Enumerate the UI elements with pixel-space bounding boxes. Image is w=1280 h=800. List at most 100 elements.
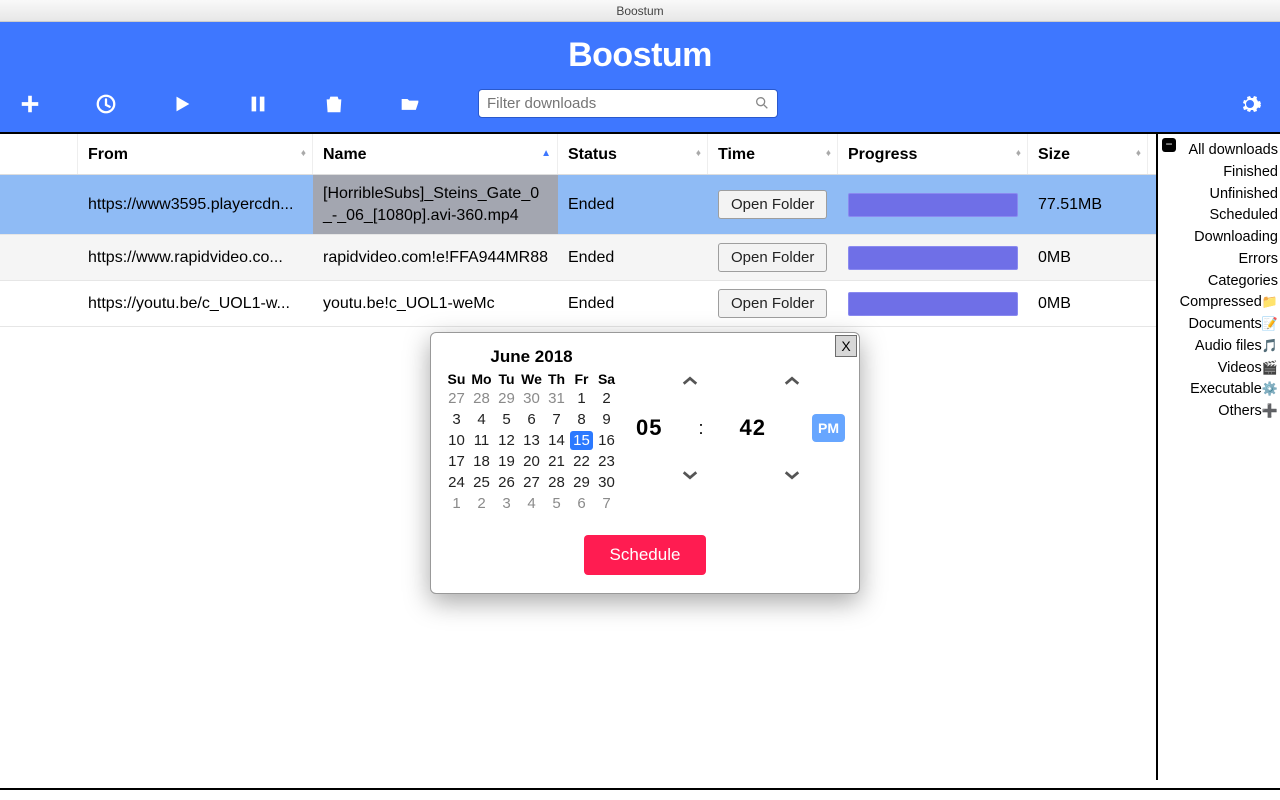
search-field[interactable] bbox=[478, 89, 778, 118]
trash-icon[interactable] bbox=[322, 92, 346, 116]
sidebar-item[interactable]: Finished bbox=[1158, 162, 1280, 184]
sidebar-item[interactable]: All downloads bbox=[1158, 140, 1280, 162]
calendar-day[interactable]: 22 bbox=[570, 452, 593, 471]
col-size[interactable]: Size♦ bbox=[1028, 134, 1148, 174]
calendar-day[interactable]: 13 bbox=[520, 431, 543, 450]
calendar-day[interactable]: 21 bbox=[545, 452, 568, 471]
open-folder-button[interactable]: Open Folder bbox=[718, 243, 827, 272]
calendar-day[interactable]: 10 bbox=[445, 431, 468, 450]
table-row[interactable]: https://youtu.be/c_UOL1-w...youtu.be!c_U… bbox=[0, 281, 1156, 327]
open-folder-button[interactable]: Open Folder bbox=[718, 190, 827, 219]
sidebar-item[interactable]: Errors bbox=[1158, 249, 1280, 271]
calendar-day[interactable]: 30 bbox=[520, 389, 543, 408]
calendar-day[interactable]: 4 bbox=[520, 494, 543, 513]
sidebar-item[interactable]: Documents📝 bbox=[1158, 314, 1280, 336]
weekday-label: We bbox=[520, 371, 543, 387]
calendar-day[interactable]: 6 bbox=[520, 410, 543, 429]
calendar-day[interactable]: 11 bbox=[470, 431, 493, 450]
ampm-toggle[interactable]: PM bbox=[812, 414, 845, 442]
sidebar-item[interactable]: Unfinished bbox=[1158, 184, 1280, 206]
calendar-day[interactable]: 5 bbox=[545, 494, 568, 513]
calendar-day[interactable]: 9 bbox=[595, 410, 618, 429]
calendar-day[interactable]: 2 bbox=[470, 494, 493, 513]
gear-icon[interactable] bbox=[1238, 92, 1262, 116]
calendar-day[interactable]: 25 bbox=[470, 473, 493, 492]
sidebar-item[interactable]: Compressed📁 bbox=[1158, 292, 1280, 314]
calendar-day[interactable]: 7 bbox=[595, 494, 618, 513]
sidebar-item[interactable]: Categories bbox=[1158, 271, 1280, 293]
schedule-button[interactable]: Schedule bbox=[584, 535, 707, 575]
sidebar-item[interactable]: Scheduled bbox=[1158, 205, 1280, 227]
cell-from: https://youtu.be/c_UOL1-w... bbox=[78, 287, 313, 321]
calendar-day[interactable]: 31 bbox=[545, 389, 568, 408]
col-time[interactable]: Time♦ bbox=[708, 134, 838, 174]
sidebar-item[interactable]: Downloading bbox=[1158, 227, 1280, 249]
table-row[interactable]: https://www.rapidvideo.co...rapidvideo.c… bbox=[0, 235, 1156, 281]
calendar-day[interactable]: 12 bbox=[495, 431, 518, 450]
calendar-day[interactable]: 7 bbox=[545, 410, 568, 429]
progress-bar bbox=[848, 292, 1018, 316]
col-from[interactable]: From♦ bbox=[78, 134, 313, 174]
calendar-day[interactable]: 1 bbox=[445, 494, 468, 513]
calendar-day[interactable]: 5 bbox=[495, 410, 518, 429]
calendar-day[interactable]: 17 bbox=[445, 452, 468, 471]
calendar-day[interactable]: 26 bbox=[495, 473, 518, 492]
calendar-day[interactable]: 20 bbox=[520, 452, 543, 471]
app-header: Boostum bbox=[0, 22, 1280, 134]
pause-icon[interactable] bbox=[246, 92, 270, 116]
calendar-day[interactable]: 14 bbox=[545, 431, 568, 450]
minute-up-icon[interactable] bbox=[783, 374, 801, 388]
minute-down-icon[interactable] bbox=[783, 468, 801, 482]
search-input[interactable] bbox=[478, 89, 778, 118]
calendar-day[interactable]: 15 bbox=[570, 431, 593, 450]
open-folder-button[interactable]: Open Folder bbox=[718, 289, 827, 318]
close-button[interactable]: X bbox=[835, 335, 857, 357]
hour-down-icon[interactable] bbox=[681, 468, 699, 482]
weekday-label: Th bbox=[545, 371, 568, 387]
folder-open-icon[interactable] bbox=[398, 92, 422, 116]
collapse-icon[interactable]: − bbox=[1162, 138, 1176, 152]
hour-up-icon[interactable] bbox=[681, 374, 699, 388]
weekday-label: Fr bbox=[570, 371, 593, 387]
calendar-day[interactable]: 1 bbox=[570, 389, 593, 408]
calendar-day[interactable]: 29 bbox=[570, 473, 593, 492]
calendar-day[interactable]: 2 bbox=[595, 389, 618, 408]
sidebar-item[interactable]: Videos🎬 bbox=[1158, 358, 1280, 380]
weekday-label: Mo bbox=[470, 371, 493, 387]
calendar-day[interactable]: 27 bbox=[445, 389, 468, 408]
sidebar-item[interactable]: Others➕ bbox=[1158, 401, 1280, 423]
cell-status: Ended bbox=[558, 188, 708, 222]
calendar-day[interactable]: 4 bbox=[470, 410, 493, 429]
calendar-day[interactable]: 28 bbox=[545, 473, 568, 492]
calendar-day[interactable]: 28 bbox=[470, 389, 493, 408]
play-icon[interactable] bbox=[170, 92, 194, 116]
calendar-day[interactable]: 6 bbox=[570, 494, 593, 513]
calendar-day[interactable]: 24 bbox=[445, 473, 468, 492]
weekday-label: Sa bbox=[595, 371, 618, 387]
sidebar-item[interactable]: Audio files🎵 bbox=[1158, 336, 1280, 358]
col-progress[interactable]: Progress♦ bbox=[838, 134, 1028, 174]
cell-size: 0MB bbox=[1028, 241, 1148, 275]
schedule-popup: X June 2018 SuMoTuWeThFrSa27282930311234… bbox=[430, 332, 860, 594]
calendar-day[interactable]: 30 bbox=[595, 473, 618, 492]
calendar-day[interactable]: 16 bbox=[595, 431, 618, 450]
cell-time: Open Folder bbox=[708, 235, 838, 280]
cell-from: https://www3595.playercdn... bbox=[78, 188, 313, 222]
sidebar-item[interactable]: Executable⚙️ bbox=[1158, 379, 1280, 401]
col-name[interactable]: Name▲ bbox=[313, 134, 558, 174]
calendar-day[interactable]: 18 bbox=[470, 452, 493, 471]
progress-bar bbox=[848, 193, 1018, 217]
calendar-day[interactable]: 23 bbox=[595, 452, 618, 471]
calendar-day[interactable]: 29 bbox=[495, 389, 518, 408]
clock-icon[interactable] bbox=[94, 92, 118, 116]
add-icon[interactable] bbox=[18, 92, 42, 116]
col-status[interactable]: Status♦ bbox=[558, 134, 708, 174]
calendar-day[interactable]: 3 bbox=[495, 494, 518, 513]
cell-progress bbox=[838, 238, 1028, 278]
calendar: June 2018 SuMoTuWeThFrSa2728293031123456… bbox=[445, 343, 618, 513]
calendar-day[interactable]: 3 bbox=[445, 410, 468, 429]
calendar-day[interactable]: 19 bbox=[495, 452, 518, 471]
calendar-day[interactable]: 8 bbox=[570, 410, 593, 429]
calendar-day[interactable]: 27 bbox=[520, 473, 543, 492]
table-row[interactable]: https://www3595.playercdn...[HorribleSub… bbox=[0, 175, 1156, 235]
